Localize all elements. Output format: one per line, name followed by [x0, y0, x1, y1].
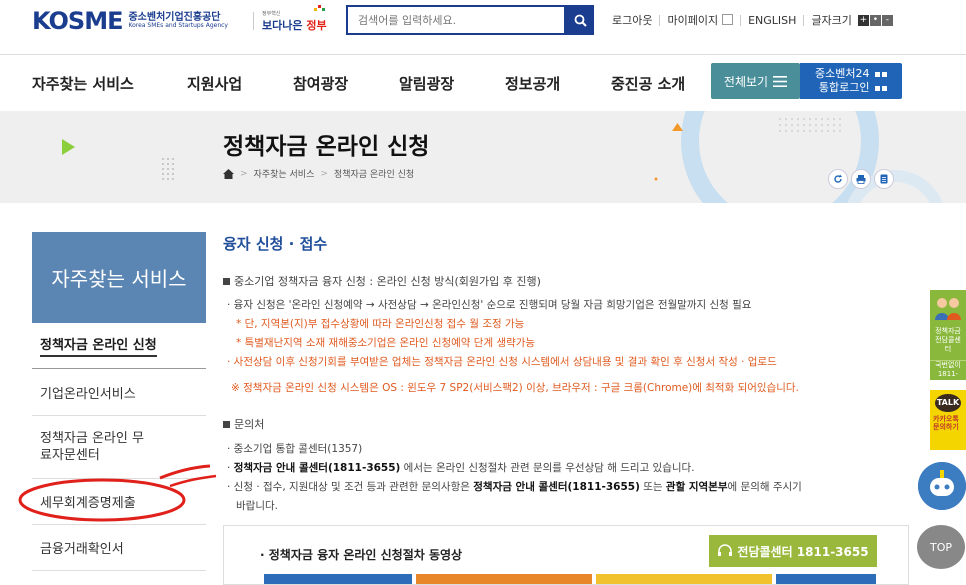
- scroll-top-button[interactable]: TOP: [917, 525, 965, 569]
- divider: [253, 12, 254, 30]
- font-size-label: 글자크기: [811, 14, 852, 27]
- mypage-link[interactable]: 마이페이지: [667, 12, 734, 28]
- logo-wordmark: KOSME: [32, 7, 123, 35]
- contact-line: · 중소기업 통합 콜센터(1357): [227, 443, 363, 455]
- search-input[interactable]: [348, 7, 564, 33]
- notice-line: · 융자 신청은 '온라인 신청예약 → 사전상담 → 온라인신청' 순으로 진…: [227, 299, 752, 311]
- main-nav: 자주찾는 서비스 지원사업 참여광장 알림광장 정보공개 중진공 소개 전체보기…: [0, 55, 966, 111]
- page-tools: [828, 169, 894, 189]
- font-size-controls: + • -: [857, 14, 894, 26]
- utility-links: 로그아웃 마이페이지 ENGLISH 글자크기 + • -: [612, 10, 894, 30]
- sidebar-heading: 자주찾는 서비스: [32, 232, 206, 323]
- font-increase-button[interactable]: +: [857, 14, 869, 26]
- browser-notice: ※ 정책자금 온라인 신청 시스템은 OS : 윈도우 7 SP2(서비스팩2)…: [231, 382, 799, 394]
- nav-item-participation[interactable]: 참여광장: [293, 73, 348, 94]
- notice-line: * 단, 지역본(지)부 접수상황에 따라 온라인신청 접수 월 조정 가능: [236, 318, 525, 330]
- banner-decoration: [62, 111, 943, 203]
- block-heading: 중소기업 정책자금 융자 신청 : 온라인 신청 방식(회원가입 후 진행): [223, 273, 541, 289]
- sidebar-item-financial-confirmation[interactable]: 금융거래확인서: [32, 525, 206, 571]
- home-icon[interactable]: [223, 168, 234, 179]
- breadcrumb-current: 정책자금 온라인 신청: [333, 170, 415, 180]
- kosme-logo[interactable]: KOSME 중소벤처기업진흥공단 Korea SMEs and Startups…: [32, 6, 228, 36]
- notice-line: * 특별재난지역 소재 재해중소기업은 온라인 신청예약 단계 생략가능: [236, 337, 536, 349]
- nav-item-services[interactable]: 자주찾는 서비스: [32, 73, 134, 94]
- checkbox-icon: [722, 14, 734, 25]
- call-center-button[interactable]: 전담콜센터 1811-3655: [709, 535, 877, 567]
- contact-line: 바랍니다.: [236, 500, 278, 512]
- contact-line: · 정책자금 안내 콜센터(1811-3655) 에서는 온라인 신청절차 관련…: [227, 462, 695, 474]
- video-section: · 정책자금 융자 온라인 신청절차 동영상 전담콜센터 1811-3655: [223, 525, 909, 585]
- page-banner: 정책자금 온라인 신청 > 자주찾는 서비스 > 정책자금 온라인 신청: [0, 111, 966, 203]
- nav-item-notice[interactable]: 알림광장: [399, 73, 454, 94]
- top-bar: KOSME 중소벤처기업진흥공단 Korea SMEs and Startups…: [0, 0, 966, 40]
- nav-item-support[interactable]: 지원사업: [187, 73, 242, 94]
- headset-icon: [718, 544, 733, 556]
- print-icon[interactable]: [851, 169, 871, 189]
- main-content: 융자 신청 · 접수: [223, 233, 913, 254]
- breadcrumb: > 자주찾는 서비스 > 정책자금 온라인 신청: [223, 167, 414, 180]
- section-title: 융자 신청 · 접수: [223, 235, 328, 253]
- font-reset-button[interactable]: •: [869, 14, 881, 26]
- page-title: 정책자금 온라인 신청: [223, 134, 430, 160]
- highlight-annotation: [18, 464, 217, 522]
- search-box: [346, 5, 566, 35]
- search-icon: [574, 14, 587, 27]
- call-center-card[interactable]: 정책자금 전담콜센터 국번없이 1811-3655: [930, 290, 966, 387]
- font-decrease-button[interactable]: -: [881, 14, 893, 26]
- chatbot-icon[interactable]: [918, 462, 966, 510]
- hamburger-icon: [773, 75, 788, 87]
- contact-line: · 신청 · 접수, 지원대상 및 조건 등과 관련한 문의사항은 정책자금 안…: [227, 481, 802, 493]
- nav-item-disclosure[interactable]: 정보공개: [505, 73, 560, 94]
- sidebar-item-online-application[interactable]: 정책자금 온라인 신청: [32, 323, 206, 369]
- refresh-icon[interactable]: [828, 169, 848, 189]
- block-heading: 문의처: [223, 416, 264, 432]
- video-title: · 정책자금 융자 온라인 신청절차 동영상: [260, 548, 463, 562]
- people-icon: [935, 298, 961, 320]
- all-view-button[interactable]: 전체보기: [711, 63, 800, 99]
- login24-button[interactable]: 중소벤처24 통합로그인: [800, 63, 902, 99]
- search-button[interactable]: [566, 5, 594, 35]
- logo-org-en: Korea SMEs and Startups Agency: [128, 22, 228, 30]
- kakao-talk-icon: TALK: [935, 394, 961, 412]
- list-icon[interactable]: [874, 169, 894, 189]
- sidebar-item-company-online[interactable]: 기업온라인서비스: [32, 369, 206, 416]
- kakao-talk-button[interactable]: TALK 카카오톡 문의하기: [930, 390, 966, 450]
- nav-item-about[interactable]: 중진공 소개: [611, 73, 685, 94]
- notice-line: · 사전상담 이후 신청기회를 부여받은 업체는 정책자금 온라인 신청 시스템…: [227, 356, 777, 368]
- gov-badge-icon: [314, 5, 325, 11]
- english-link[interactable]: ENGLISH: [748, 14, 796, 27]
- logout-link[interactable]: 로그아웃: [612, 12, 652, 28]
- breadcrumb-item[interactable]: 자주찾는 서비스: [254, 167, 315, 180]
